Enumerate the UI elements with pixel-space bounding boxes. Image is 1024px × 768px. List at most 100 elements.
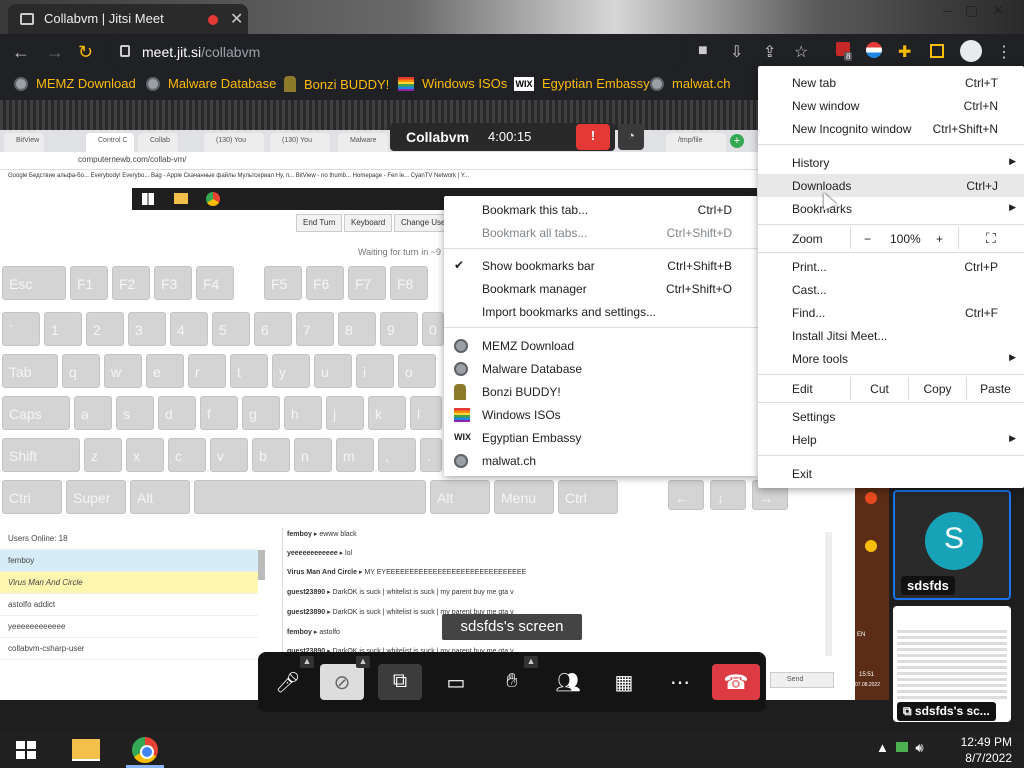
key: , [378, 438, 416, 472]
windows-start-icon[interactable] [16, 741, 36, 759]
connection-speed-icon[interactable]: ◔ [618, 124, 644, 150]
menu-item-more-tools[interactable]: More tools ▶ [758, 347, 1024, 370]
bookmark-star-icon[interactable]: ☆ [794, 42, 808, 62]
camera-options-caret-icon[interactable]: ▲ [356, 656, 370, 668]
stage-background [0, 100, 760, 130]
address-bar[interactable]: meet.jit.si/collabvm [108, 38, 688, 66]
screen-share-tile[interactable]: ⧉ sdsfds's sc... [893, 606, 1011, 722]
window-controls[interactable]: –▢✕ [943, 2, 1018, 19]
vm-start-icon [142, 193, 154, 205]
menu-item-new-window[interactable]: New window Ctrl+N [758, 94, 1024, 117]
microphone-button[interactable]: 🎤︎ [266, 664, 310, 700]
turn-waiting-text: Waiting for turn in ~9 s [358, 247, 448, 257]
menu-item-memz[interactable]: MEMZ Download [444, 334, 758, 357]
key: 0 [422, 312, 444, 346]
zoom-level: 100% [890, 232, 921, 246]
key: . [420, 438, 442, 472]
fullscreen-icon[interactable]: ⛶ [986, 230, 996, 247]
warning-icon[interactable]: ! [576, 124, 610, 150]
menu-item-cast[interactable]: Cast... [758, 278, 1024, 301]
menu-item-exit[interactable]: Exit [758, 462, 1024, 485]
tab-favicon-icon [20, 13, 34, 25]
bookmark-label: Egyptian Embassy [542, 76, 650, 91]
vm-tab: (130) You [204, 133, 264, 152]
browser-tab[interactable]: Collabvm | Jitsi Meet ✕ [8, 4, 248, 34]
bookmark-memz[interactable]: MEMZ Download [14, 76, 136, 91]
sidebar-icon[interactable] [930, 44, 944, 58]
menu-item-bookmark-all-tabs[interactable]: Bookmark all tabs... Ctrl+Shift+D [444, 221, 758, 244]
chat-button[interactable]: ▭ [434, 664, 478, 700]
camera-off-button[interactable]: ⊘ [320, 664, 364, 700]
taskbar-clock[interactable]: 12:49 PM 8/7/2022 [948, 734, 1012, 766]
menu-item-print[interactable]: Print... Ctrl+P [758, 255, 1024, 278]
bookmark-egyptian-embassy[interactable]: WIX Egyptian Embassy [514, 76, 650, 91]
menu-item-install-app[interactable]: Install Jitsi Meet... [758, 324, 1024, 347]
tile-view-button[interactable]: ▦ [602, 664, 646, 700]
menu-item-history[interactable]: History ▶ [758, 151, 1024, 174]
forward-icon[interactable]: → [46, 42, 64, 63]
menu-item-windows-isos[interactable]: Windows ISOs [444, 403, 758, 426]
key: w [104, 354, 142, 388]
camera-icon[interactable]: ■ [698, 42, 708, 60]
file-explorer-icon[interactable] [72, 739, 100, 761]
system-tray[interactable]: ▲ 🔊︎ [876, 740, 924, 756]
menu-item-bookmark-this-tab[interactable]: Bookmark this tab... Ctrl+D [444, 198, 758, 221]
vm-tab: /tmp/file [666, 133, 726, 152]
bookmark-windows-isos[interactable]: Windows ISOs [398, 76, 507, 91]
extension-flag-icon[interactable] [866, 42, 882, 58]
key-shift: Shift [2, 438, 80, 472]
menu-item-find[interactable]: Find... Ctrl+F [758, 301, 1024, 324]
share-icon[interactable]: ⇪ [763, 42, 776, 62]
hang-up-button[interactable]: ☎︎ [712, 664, 760, 700]
menu-kebab-icon[interactable]: ⋮ [996, 42, 1012, 62]
close-tab-icon[interactable]: ✕ [230, 9, 243, 29]
bookmark-malwatch[interactable]: malwat.ch [650, 76, 731, 91]
key-down: ↓ [710, 480, 746, 510]
menu-item-help[interactable]: Help ▶ [758, 428, 1024, 451]
bookmark-bonzi[interactable]: Bonzi BUDDY! [284, 76, 389, 92]
vm-tab: BitView [4, 133, 44, 152]
menu-item-downloads[interactable]: Downloads Ctrl+J [758, 174, 1024, 197]
mic-options-caret-icon[interactable]: ▲ [300, 656, 314, 668]
profile-avatar-icon[interactable] [960, 40, 982, 62]
more-actions-button[interactable]: ⋯ [658, 664, 702, 700]
copy-button[interactable]: Copy [908, 377, 966, 400]
vm-lang: EN [857, 632, 866, 638]
reload-icon[interactable]: ↻ [78, 42, 93, 63]
participants-button[interactable]: 👥︎ [546, 664, 590, 700]
globe-icon [650, 76, 664, 91]
chat-scrollbar [825, 532, 832, 656]
raise-hand-button[interactable]: ✋︎ [490, 664, 534, 700]
install-app-icon[interactable]: ⇩ [730, 42, 743, 62]
menu-item-egyptian-embassy[interactable]: WIX Egyptian Embassy [444, 426, 758, 449]
menu-item-settings[interactable]: Settings [758, 405, 1024, 428]
menu-item-import-bookmarks[interactable]: Import bookmarks and settings... [444, 300, 758, 323]
zoom-in-button[interactable]: + [936, 232, 943, 246]
menu-item-malware-database[interactable]: Malware Database [444, 357, 758, 380]
chrome-main-menu: New tab Ctrl+T New window Ctrl+N New Incog… [758, 66, 1024, 488]
bookmark-malware-database[interactable]: Malware Database [146, 76, 276, 91]
key: b [252, 438, 290, 472]
bookmark-label: MEMZ Download [36, 76, 136, 91]
key: 7 [296, 312, 334, 346]
extensions-puzzle-icon[interactable]: ✚ [898, 42, 911, 62]
menu-item-bookmark-manager[interactable]: Bookmark manager Ctrl+Shift+O [444, 277, 758, 300]
screen-share-button[interactable]: ⧉ [378, 664, 422, 700]
screen-share-small-icon: ⧉ [903, 704, 915, 718]
menu-item-malwatch[interactable]: malwat.ch [444, 449, 758, 472]
reactions-caret-icon[interactable]: ▲ [524, 656, 538, 668]
menu-item-incognito[interactable]: New Incognito window Ctrl+Shift+N [758, 117, 1024, 140]
menu-item-bonzi[interactable]: Bonzi BUDDY! [444, 380, 758, 403]
key: e [146, 354, 184, 388]
menu-item-show-bookmarks-bar[interactable]: ✔ Show bookmarks bar Ctrl+Shift+B [444, 254, 758, 277]
menu-item-bookmarks[interactable]: Bookmarks ▶ [758, 197, 1024, 220]
chrome-taskbar-icon[interactable] [130, 735, 160, 765]
paste-button[interactable]: Paste [966, 377, 1024, 400]
cut-button[interactable]: Cut [850, 377, 908, 400]
back-icon[interactable]: ← [12, 42, 30, 63]
screen-share-tile-name: ⧉ sdsfds's sc... [897, 702, 996, 721]
participant-tile[interactable]: S sdsfds [893, 490, 1011, 600]
zoom-out-button[interactable]: − [864, 232, 871, 246]
key: F7 [348, 266, 386, 300]
menu-item-new-tab[interactable]: New tab Ctrl+T [758, 71, 1024, 94]
